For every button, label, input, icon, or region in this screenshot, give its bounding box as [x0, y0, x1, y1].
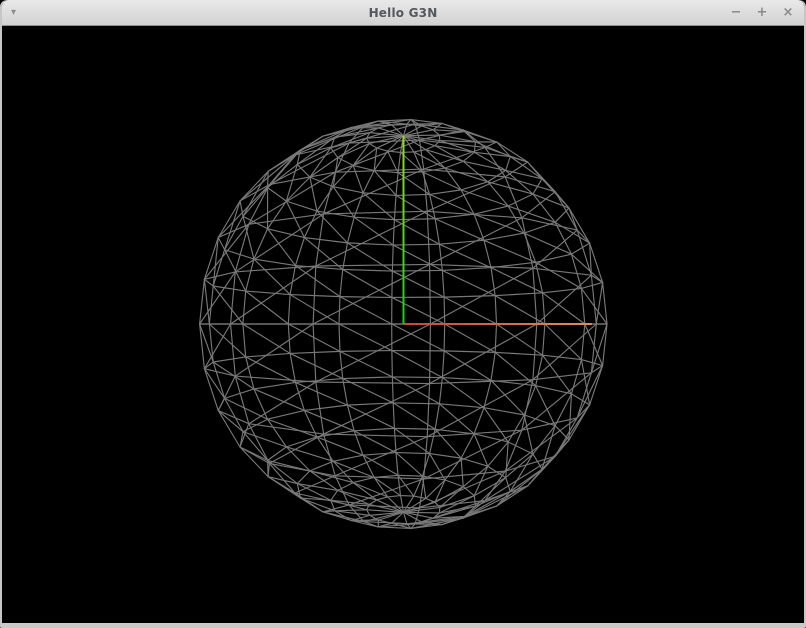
minimize-button[interactable]: − [730, 6, 742, 19]
gl-canvas[interactable] [2, 26, 804, 623]
maximize-button[interactable]: + [756, 6, 768, 19]
app-window: ▾ Hello G3N − + × [0, 0, 806, 628]
window-titlebar[interactable]: ▾ Hello G3N − + × [2, 0, 804, 26]
3d-viewport[interactable] [2, 26, 804, 623]
close-button[interactable]: × [782, 6, 794, 19]
window-title: Hello G3N [2, 6, 804, 20]
window-controls: − + × [730, 0, 794, 25]
